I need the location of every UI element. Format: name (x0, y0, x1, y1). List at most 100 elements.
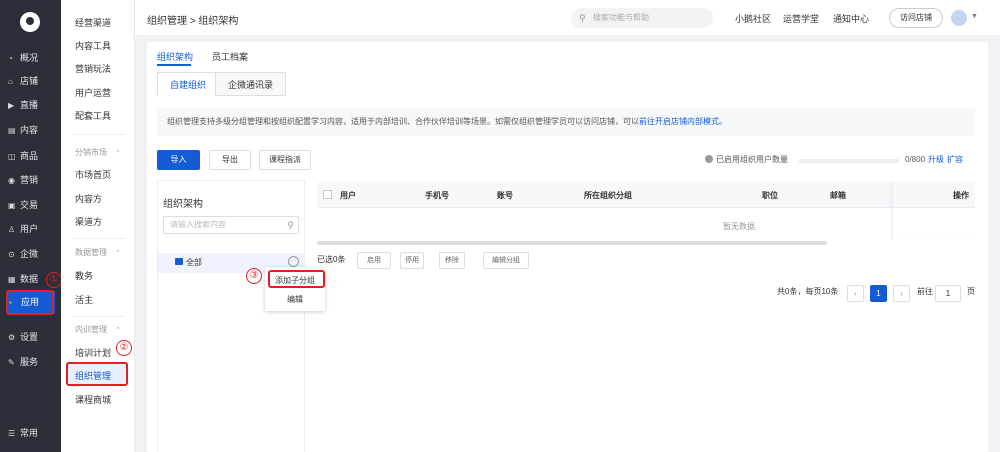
sidebar-item-live[interactable]: ▶ 直播 (8, 97, 56, 113)
sidebar-item-content[interactable]: ▤ 内容 (8, 122, 56, 138)
link-notifications[interactable]: 通知中心 (833, 12, 869, 25)
page-1-button[interactable]: 1 (870, 285, 887, 302)
sidebar-item-label: 服务 (20, 357, 39, 367)
disable-button[interactable]: 停用 (400, 252, 424, 269)
sidebar-item-label: 店铺 (20, 76, 39, 86)
folder-icon (175, 258, 183, 265)
import-button[interactable]: 导入 (157, 150, 200, 170)
column-account: 账号 (497, 191, 513, 200)
quota-progress-bar (799, 159, 899, 163)
document-icon: ▤ (8, 126, 16, 135)
subnav-item-user-ops[interactable]: 用户运营 (75, 86, 111, 99)
enable-button[interactable]: 启用 (357, 252, 391, 269)
subtab-wecom-contacts[interactable]: 企微通讯录 (215, 72, 287, 96)
expand-link[interactable]: 扩容 (947, 155, 963, 164)
sidebar-item-label: 数据 (20, 274, 39, 284)
sidebar-item-service[interactable]: ✎ 服务 (8, 354, 56, 370)
subnav-item-academic[interactable]: 教务 (75, 269, 93, 282)
remove-button[interactable]: 移除 (439, 252, 465, 269)
sidebar-item-label: 用户 (20, 224, 39, 234)
course-assign-button[interactable]: 课程指派 (259, 150, 311, 170)
link-community[interactable]: 小鹅社区 (735, 12, 771, 25)
store-icon: ⌂ (8, 77, 13, 86)
prev-page-button[interactable]: ‹ (847, 285, 864, 302)
subnav-item-content-tools[interactable]: 内容工具 (75, 39, 111, 52)
link-school[interactable]: 运营学堂 (783, 12, 819, 25)
subnav-item-marketing[interactable]: 营销玩法 (75, 62, 111, 75)
subnav-item-course-mall[interactable]: 课程商城 (75, 393, 111, 406)
upgrade-link[interactable]: 升级 (928, 155, 944, 164)
subnav-item-channel-side[interactable]: 渠道方 (75, 215, 102, 228)
subnav-item-market-home[interactable]: 市场首页 (75, 168, 111, 181)
page-jump-input[interactable]: 1 (935, 285, 961, 302)
subnav-group-distribution[interactable]: 分销市场 ⌃ (75, 147, 121, 158)
sidebar-item-goods[interactable]: ◫ 商品 (8, 148, 56, 164)
tab-employee-files[interactable]: 员工档案 (212, 50, 248, 63)
column-position: 职位 (762, 191, 778, 200)
sidebar-item-label: 直播 (20, 100, 39, 110)
sidebar-item-frequent[interactable]: ☰ 常用 (8, 425, 56, 441)
gear-icon: ⚙ (8, 333, 16, 342)
subnav-group-label: 数据管理 (75, 248, 107, 257)
more-icon[interactable]: ··· (288, 256, 299, 267)
sidebar-item-settings[interactable]: ⚙ 设置 (8, 329, 56, 345)
search-icon: ⚲ (287, 220, 294, 230)
column-org-group: 所在组织分组 (584, 191, 632, 200)
tree-node-label: 全部 (186, 258, 202, 267)
sidebar-item-users[interactable]: ♙ 用户 (8, 221, 56, 237)
sidebar-item-wecom[interactable]: ⊙ 企微 (8, 246, 56, 262)
tab-org-structure[interactable]: 组织架构 (157, 50, 193, 63)
subnav-divider (73, 238, 125, 239)
service-icon: ✎ (8, 358, 15, 367)
visit-store-button[interactable]: 访问店铺 (889, 8, 943, 28)
search-placeholder: 搜索功能与帮助 (593, 13, 649, 22)
avatar[interactable] (951, 10, 967, 26)
quota-label: 已启用组织用户数量 (705, 154, 788, 165)
org-search-input[interactable]: 请输入搜索内容 ⚲ (163, 216, 299, 234)
notice-link[interactable]: 前往开启店铺内部模式。 (639, 117, 727, 126)
live-icon: ▶ (8, 101, 15, 110)
goto-label: 前往 (917, 287, 933, 296)
chevron-up-icon: ⌃ (115, 327, 121, 334)
main-panel: 组织架构 员工档案 自建组织 企微通讯录 组织管理支持多级分组管理和按组织配置学… (147, 42, 988, 452)
sidebar-item-marketing[interactable]: ◉ 营销 (8, 172, 56, 188)
page-unit-label: 页 (967, 287, 975, 296)
edit-group-button[interactable]: 编辑分组 (483, 252, 529, 269)
sidebar-item-trade[interactable]: ▣ 交易 (8, 197, 56, 213)
table-header: 用户 手机号 账号 所在组织分组 职位 邮箱 操作 (317, 182, 975, 208)
annotation-box-add-child (268, 270, 325, 288)
notice-banner: 组织管理支持多级分组管理和按组织配置学习内容，适用于内部培训、合作伙伴培训等场景… (157, 108, 975, 136)
menu-icon: ☰ (8, 429, 16, 438)
subtab-self-built[interactable]: 自建组织 (157, 72, 220, 96)
subnav-group-training[interactable]: 内训管理 ⌃ (75, 324, 121, 335)
org-tree-title: 组织架构 (163, 199, 203, 210)
column-email: 邮箱 (830, 191, 846, 200)
subnav-item-training-plan[interactable]: 培训计划 (75, 346, 111, 359)
chevron-up-icon: ⌃ (115, 250, 121, 257)
select-all-checkbox[interactable] (323, 190, 332, 199)
quota-text: 已启用组织用户数量 (716, 155, 788, 164)
selected-count: 已选0条 (317, 255, 346, 264)
horizontal-scrollbar[interactable] (317, 241, 827, 245)
subnav-divider (73, 316, 125, 317)
menu-item-edit[interactable]: 编辑 (265, 294, 325, 305)
chevron-down-icon[interactable]: ▼ (971, 13, 978, 20)
sidebar-item-overview[interactable]: ◔ 概况 (8, 50, 56, 66)
quota-value: 0/800 升级 扩容 (905, 154, 963, 165)
subnav-item-content-side[interactable]: 内容方 (75, 192, 102, 205)
subnav-item-tools[interactable]: 配套工具 (75, 109, 111, 122)
trade-icon: ▣ (8, 201, 16, 210)
subnav-item-channels[interactable]: 经营渠道 (75, 16, 111, 29)
sidebar-item-store[interactable]: ⌂ 店铺 (8, 73, 56, 89)
export-button[interactable]: 导出 (209, 150, 251, 170)
app-logo[interactable] (20, 12, 40, 32)
annotation-box-apps (6, 290, 54, 315)
next-page-button[interactable]: › (893, 285, 910, 302)
search-icon: ⚲ (579, 13, 586, 23)
notice-text: 组织管理支持多级分组管理和按组织配置学习内容，适用于内部培训、合作伙伴培训等场景… (167, 117, 639, 126)
top-bar: 组织管理 > 组织架构 ⚲ 搜索功能与帮助 小鹅社区 运营学堂 通知中心 访问店铺… (135, 0, 1000, 36)
search-input[interactable]: ⚲ 搜索功能与帮助 (571, 8, 713, 28)
subnav-item-active[interactable]: 活主 (75, 293, 93, 306)
subnav-group-data[interactable]: 数据管理 ⌃ (75, 247, 121, 258)
goods-icon: ◫ (8, 152, 16, 161)
